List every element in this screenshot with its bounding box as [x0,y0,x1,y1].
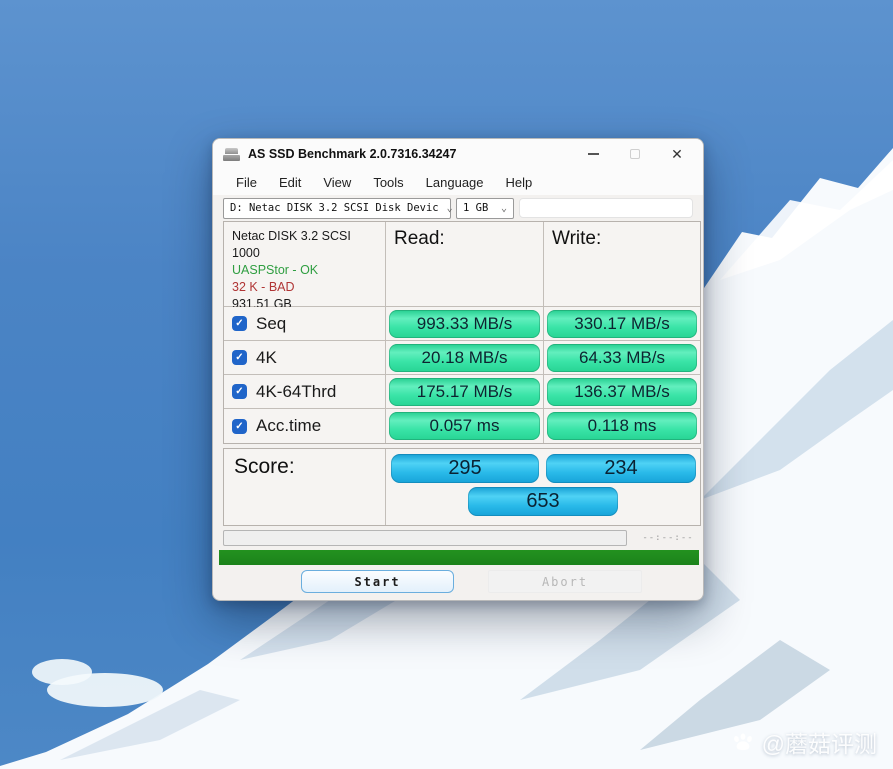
drive-model-line1: Netac DISK 3.2 SCSI [232,228,351,245]
4k64thrd-write-cell: 136.37 MB/s [544,375,700,409]
chevron-down-icon: ⌄ [439,203,453,214]
menubar: File Edit View Tools Language Help [213,169,703,195]
watermark-text: @蘑菇评测 [762,725,877,759]
menu-help[interactable]: Help [495,172,544,193]
row-4k64thrd: ✓ 4K-64Thrd [224,375,386,409]
window-title: AS SSD Benchmark 2.0.7316.34247 [248,147,456,161]
read-column-header: Read: [386,222,544,307]
row-acctime: ✓ Acc.time [224,409,386,443]
minimize-button[interactable] [585,146,601,162]
drive-model-line2: 1000 [232,245,260,262]
row-4k: ✓ 4K [224,341,386,375]
empty-field [519,198,693,218]
seq-read-value: 993.33 MB/s [389,310,540,338]
titlebar: AS SSD Benchmark 2.0.7316.34247 ✕ [213,139,703,169]
seq-read-cell: 993.33 MB/s [386,307,544,341]
alignment-status: 32 K - BAD [232,279,295,296]
menu-language[interactable]: Language [415,172,495,193]
row-seq: ✓ Seq [224,307,386,341]
4k64thrd-write-value: 136.37 MB/s [547,378,697,406]
read-score: 295 [391,454,539,483]
acctime-read-value: 0.057 ms [389,412,540,440]
4k-checkbox[interactable]: ✓ [232,350,247,365]
write-score: 234 [546,454,696,483]
watermark-paw-icon [731,730,755,754]
window-controls: ✕ [585,146,693,162]
4k64thrd-checkbox[interactable]: ✓ [232,384,247,399]
minimize-icon [588,153,599,155]
maximize-icon [630,149,640,159]
close-icon: ✕ [671,147,683,161]
acctime-write-cell: 0.118 ms [544,409,700,443]
abort-button[interactable]: Abort [488,570,642,593]
acctime-label: Acc.time [256,416,321,436]
app-disk-icon [223,148,240,161]
acctime-read-cell: 0.057 ms [386,409,544,443]
start-button[interactable]: Start [301,570,454,593]
chevron-down-icon: ⌄ [493,203,507,214]
as-ssd-benchmark-window: AS SSD Benchmark 2.0.7316.34247 ✕ File E… [212,138,704,601]
4k-read-cell: 20.18 MB/s [386,341,544,375]
write-column-header: Write: [544,222,700,307]
drive-info-panel: Netac DISK 3.2 SCSI 1000 UASPStor - OK 3… [224,222,386,307]
4k-read-value: 20.18 MB/s [389,344,540,372]
4k64thrd-read-value: 175.17 MB/s [389,378,540,406]
4k-label: 4K [256,348,277,368]
total-score: 653 [468,487,618,516]
desktop-background: AS SSD Benchmark 2.0.7316.34247 ✕ File E… [0,0,893,769]
menu-view[interactable]: View [312,172,362,193]
drive-select-value: D: Netac DISK 3.2 SCSI Disk Devic [230,202,439,214]
4k-write-value: 64.33 MB/s [547,344,697,372]
test-size-select[interactable]: 1 GB ⌄ [456,198,514,219]
menu-tools[interactable]: Tools [362,172,414,193]
seq-write-value: 330.17 MB/s [547,310,697,338]
menu-edit[interactable]: Edit [268,172,312,193]
4k-write-cell: 64.33 MB/s [544,341,700,375]
test-size-value: 1 GB [463,202,488,214]
acctime-checkbox[interactable]: ✓ [232,419,247,434]
results-table: Netac DISK 3.2 SCSI 1000 UASPStor - OK 3… [223,221,701,444]
menu-file[interactable]: File [225,172,268,193]
4k64thrd-label: 4K-64Thrd [256,382,336,402]
status-bar-green [219,550,699,565]
seq-label: Seq [256,314,286,334]
watermark: @蘑菇评测 [731,725,877,759]
driver-status: UASPStor - OK [232,262,318,279]
score-section: Score: 295 234 653 [223,448,701,526]
progress-bar [223,530,627,546]
seq-checkbox[interactable]: ✓ [232,316,247,331]
4k64thrd-read-cell: 175.17 MB/s [386,375,544,409]
drive-select[interactable]: D: Netac DISK 3.2 SCSI Disk Devic ⌄ [223,198,451,219]
score-values: 295 234 653 [386,449,700,525]
close-button[interactable]: ✕ [669,146,685,162]
score-label: Score: [224,449,386,525]
acctime-write-value: 0.118 ms [547,412,697,440]
time-remaining: --:--:-- [633,533,703,543]
seq-write-cell: 330.17 MB/s [544,307,700,341]
selection-row: D: Netac DISK 3.2 SCSI Disk Devic ⌄ 1 GB… [213,195,703,221]
maximize-button[interactable] [627,146,643,162]
